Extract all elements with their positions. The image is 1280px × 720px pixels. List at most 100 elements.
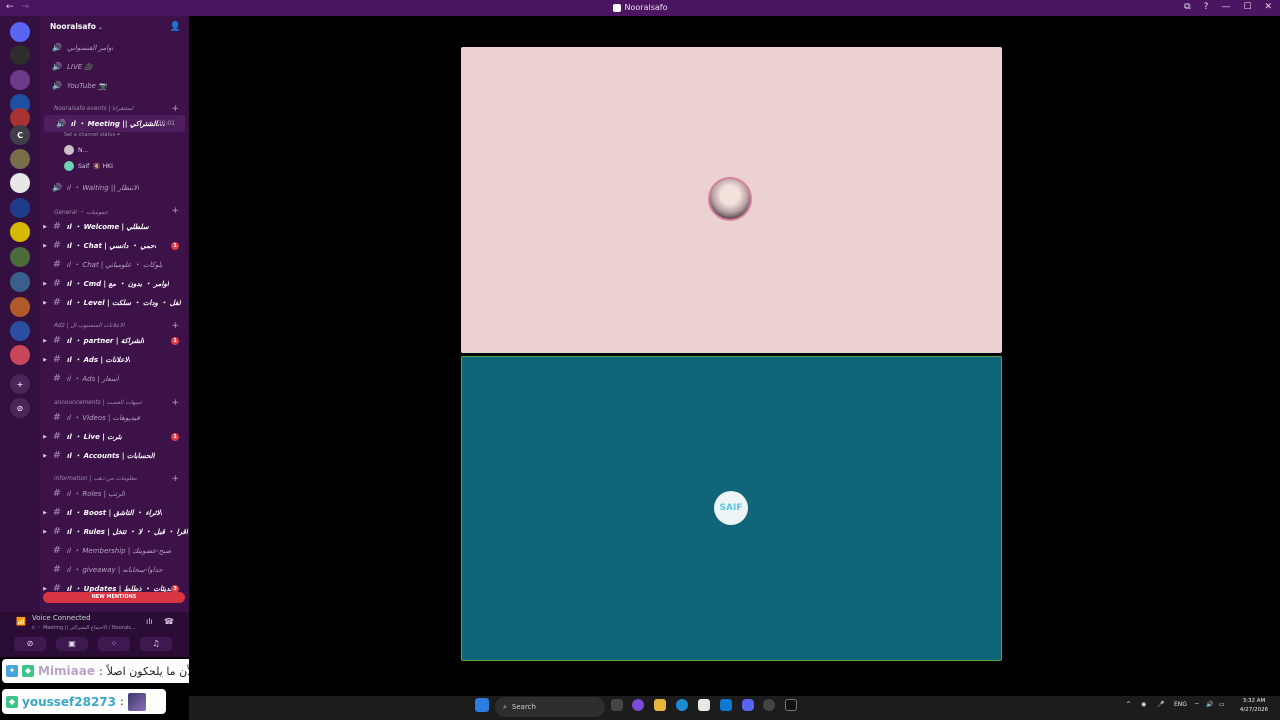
chevron-up-icon[interactable]: ^ [1126, 701, 1131, 708]
text-channel[interactable]: ▶ # ıl ・ Accounts | الحسابات [40, 447, 189, 464]
minimize-button[interactable]: — [1221, 2, 1230, 12]
discover-icon[interactable]: ⊘ [10, 398, 30, 418]
file-explorer-icon[interactable] [654, 699, 666, 711]
text-channel[interactable]: ▶ # ıl ・ Level | لفل ・ ودات ・ سلكت [40, 294, 189, 311]
text-channel[interactable]: # ıl ・ Videos | فيديوهات [40, 409, 189, 426]
text-channel[interactable]: ▶ # ıl ・ Welcome | سلطلي [40, 218, 189, 235]
plus-icon[interactable]: + [171, 398, 179, 408]
mail-icon[interactable] [720, 699, 732, 711]
add-user-icon[interactable]: 👤 [170, 22, 181, 32]
volume-icon[interactable]: 🔊 [1206, 701, 1213, 708]
server-icon[interactable]: C [10, 125, 30, 145]
text-channel[interactable]: ▶ # ıl ・ Rules | اقرا ・ قبل ・ لا ・ تتخل [40, 523, 189, 540]
server-icon[interactable] [10, 149, 30, 169]
plus-icon[interactable]: + [171, 321, 179, 331]
category-header[interactable]: Adz | الاعلانات المنسبوب ال + [40, 320, 189, 332]
inbox-icon[interactable]: ⧉ [1184, 2, 1190, 12]
battery-icon[interactable]: ▭ [1219, 701, 1225, 708]
hash-icon: # [52, 335, 62, 346]
server-icon[interactable] [10, 247, 30, 267]
server-icon[interactable] [10, 45, 30, 65]
text-channel[interactable]: ▶ # ıl ・ partner | الشراكة 1 [40, 332, 189, 349]
server-icon[interactable] [10, 222, 30, 242]
category-header[interactable]: General ・ عمومیات + [40, 205, 189, 217]
taskbar-clock[interactable]: 3:32 AM 4/27/2026 [1234, 697, 1274, 715]
plus-icon[interactable]: + [171, 104, 179, 114]
server-icon[interactable] [10, 173, 30, 193]
screen-share-button[interactable]: ▣ [56, 637, 88, 651]
server-icon[interactable] [10, 70, 30, 90]
chrome-icon[interactable] [763, 699, 775, 711]
disconnect-icon[interactable]: ☎ [164, 617, 174, 626]
text-channel[interactable]: ▶ # ıl ・ Chat | احمي ・ دانسي 1 [40, 237, 189, 254]
text-channel[interactable]: # ıl ・ Roles | الرتب [40, 485, 189, 502]
add-server-icon[interactable]: + [10, 374, 30, 394]
text-channel[interactable]: ▶ # ıl ・ Ads | الاعلانات [40, 351, 189, 368]
signal-icon[interactable]: 📶 [16, 617, 26, 626]
server-icon[interactable] [10, 297, 30, 317]
mention-badge: 1 [171, 336, 179, 345]
help-icon[interactable]: ? [1204, 2, 1209, 12]
text-channel[interactable]: # ıl ・ Chat | بلوكات ・ علومياتي [40, 256, 189, 273]
voice-user[interactable]: N... [64, 144, 88, 156]
emote-image [127, 692, 146, 711]
capcut-icon[interactable] [785, 699, 797, 711]
activities-button[interactable]: ⁘ [98, 637, 130, 651]
voice-channel[interactable]: 🔊 ıl ・ Meeting || الشتراكي... 36:01 [44, 115, 185, 132]
channel-name: ıl ・ Live | بثرت [67, 432, 122, 441]
taskbar-search[interactable]: ⌕ Search [495, 697, 605, 717]
maximize-button[interactable]: ☐ [1243, 2, 1251, 12]
hash-icon: # [52, 278, 62, 289]
channel-status[interactable]: Set a channel status ✏ [64, 132, 121, 138]
voice-channel[interactable]: 🔊 YouTube 📷 [40, 77, 189, 94]
speaker-icon: 🔊 [52, 62, 62, 71]
hash-icon: # [52, 431, 62, 442]
channel-name: ıl ・ Rules | اقرا ・ قبل ・ لا ・ تتخل [67, 527, 188, 536]
text-channel[interactable]: # ıl ・ Ads | أسعار [40, 370, 189, 387]
voice-user[interactable]: Saif 🔇 HKI [64, 160, 113, 172]
plus-icon[interactable]: + [171, 206, 179, 216]
plus-icon[interactable]: + [171, 474, 179, 484]
category-header[interactable]: announcements | تنبيهات العست + [40, 397, 189, 409]
voice-channel-link[interactable]: ıl ・ Meeting || الاجتماع الشتراكي / Noor… [32, 624, 136, 631]
voice-channel[interactable]: 🔊 ıl ・ Waiting || الانتظار [40, 179, 189, 196]
clock-date: 4/27/2026 [1239, 707, 1269, 713]
copilot-icon[interactable] [632, 699, 644, 711]
voice-status[interactable]: Voice Connected [32, 614, 91, 622]
text-channel[interactable]: ▶ # ıl ・ Live | بثرت 1 [40, 428, 189, 445]
server-icon[interactable] [10, 345, 30, 365]
discord-home-icon[interactable] [10, 22, 30, 42]
wifi-icon[interactable]: ⌔ [1194, 701, 1200, 709]
channel-name: ıl ・ Ads | الاعلانات [67, 355, 131, 364]
hash-icon: # [52, 240, 62, 251]
language-indicator[interactable]: ENG [1174, 701, 1187, 708]
windows-icon[interactable] [475, 698, 489, 712]
voice-channel[interactable]: 🔊 LIVE 🎥 [40, 58, 189, 75]
soundboard-button[interactable]: ♫ [140, 637, 172, 651]
server-icon[interactable] [10, 321, 30, 341]
category-header[interactable]: information | معلومات من ذهب + [40, 473, 189, 485]
server-name-header[interactable]: Nooralsafo ⌄ [50, 22, 103, 31]
task-view-icon[interactable] [611, 699, 623, 711]
text-channel[interactable]: ▶ # ıl ・ Cmd | اوامر ・ بدون ・ مع [40, 275, 189, 292]
app-root: ← → Nooralsafo ⧉ ? — ☐ ✕ C + ⊘ Nooralsafo ⌄… [0, 0, 1280, 720]
store-icon[interactable] [698, 699, 710, 711]
server-icon[interactable] [10, 198, 30, 218]
channel-name: ıl ・ Chat | احمي ・ دانسي [67, 241, 157, 250]
app-tray-icon[interactable]: ◉ [1141, 701, 1146, 708]
noise-suppression-icon[interactable]: ılı [146, 617, 153, 626]
server-icon[interactable] [10, 272, 30, 292]
text-channel[interactable]: # ıl ・ Membership | ضبح-عضويتك [40, 542, 189, 559]
text-channel[interactable]: # ıl ・ giveaway | حذاوا-سحابانه [40, 561, 189, 578]
hash-icon: # [52, 373, 62, 384]
discord-icon[interactable] [742, 699, 754, 711]
camera-off-button[interactable]: ⊘ [14, 637, 46, 651]
new-mentions-button[interactable]: NEW MENTIONS [43, 592, 185, 603]
voice-channel[interactable]: 🔊 أوامر الفنسوابي [40, 39, 189, 56]
channel-name: ıl ・ Welcome | سلطلي [67, 222, 149, 231]
category-header[interactable]: Nooralsafo events | استتقرانا + [40, 103, 189, 115]
close-button[interactable]: ✕ [1264, 2, 1272, 12]
mic-icon[interactable]: 🎤 [1157, 701, 1164, 708]
text-channel[interactable]: ▶ # ıl ・ Boost | الاثراء ・ التاشق [40, 504, 189, 521]
edge-icon[interactable] [676, 699, 688, 711]
